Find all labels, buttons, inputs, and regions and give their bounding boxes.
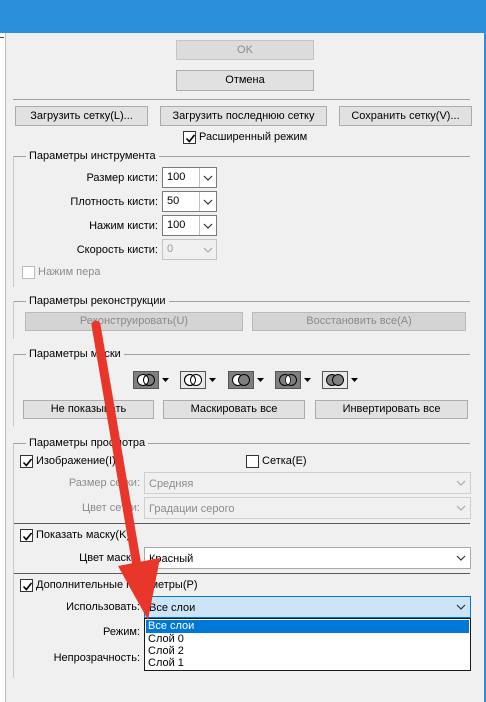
restore-all-button[interactable]: Восстановить все(A) bbox=[252, 312, 466, 331]
mesh-color-select[interactable]: Градации серого bbox=[144, 497, 471, 519]
divider bbox=[14, 573, 470, 574]
caret-down-icon[interactable] bbox=[257, 378, 264, 382]
mask-none-button[interactable]: Не показывать bbox=[23, 400, 154, 419]
chevron-down-icon[interactable] bbox=[199, 240, 216, 259]
mesh-size-select[interactable]: Средняя bbox=[144, 472, 471, 494]
mask-replace-icon[interactable] bbox=[133, 371, 159, 389]
divider bbox=[13, 99, 470, 100]
advanced-mode-checkbox[interactable] bbox=[183, 131, 196, 144]
brush-size-field[interactable]: 100 bbox=[162, 167, 217, 188]
caret-down-icon[interactable] bbox=[162, 378, 169, 382]
invert-all-button[interactable]: Инвертировать все bbox=[315, 400, 468, 419]
reconstruct-options-title: Параметры реконструкции bbox=[26, 295, 169, 307]
ok-button[interactable]: OK bbox=[176, 40, 314, 60]
show-mesh-checkbox[interactable] bbox=[246, 455, 259, 468]
reconstruct-button[interactable]: Реконструировать(U) bbox=[25, 312, 243, 331]
chevron-down-icon[interactable] bbox=[456, 473, 466, 493]
group-border-left bbox=[13, 156, 14, 287]
dropdown-item[interactable]: Все слои bbox=[146, 620, 469, 633]
mask-subtract-icon[interactable] bbox=[228, 371, 254, 389]
show-mask-label: Показать маску(K) bbox=[36, 529, 131, 541]
brush-rate-field[interactable]: 0 bbox=[162, 239, 217, 260]
opacity-label: Непрозрачность: bbox=[53, 652, 140, 664]
save-mesh-button[interactable]: Сохранить сетку(V)... bbox=[339, 106, 472, 126]
load-mesh-button[interactable]: Загрузить сетку(L)... bbox=[15, 106, 148, 126]
window-titlebar bbox=[0, 0, 486, 33]
group-border-left bbox=[13, 443, 14, 678]
show-image-label: Изображение(I) bbox=[36, 455, 116, 467]
chevron-down-icon[interactable] bbox=[199, 168, 216, 187]
brush-pressure-label: Нажим кисти: bbox=[89, 220, 158, 232]
mesh-size-label: Размер сетки: bbox=[68, 477, 140, 489]
chevron-down-icon[interactable] bbox=[199, 192, 216, 211]
show-backdrop-checkbox[interactable] bbox=[20, 579, 33, 592]
mask-intersect-icon[interactable] bbox=[275, 371, 301, 389]
load-last-mesh-button[interactable]: Загрузить последнюю сетку bbox=[160, 106, 327, 126]
mask-add-icon[interactable] bbox=[180, 371, 206, 389]
mask-all-button[interactable]: Маскировать все bbox=[163, 400, 305, 419]
caret-down-icon[interactable] bbox=[304, 378, 311, 382]
brush-density-label: Плотность кисти: bbox=[70, 196, 158, 208]
mask-invert-icon[interactable] bbox=[322, 371, 348, 389]
cancel-button[interactable]: Отмена bbox=[176, 70, 314, 91]
tool-options-title: Параметры инструмента bbox=[26, 150, 159, 162]
caret-down-icon[interactable] bbox=[351, 378, 358, 382]
use-label: Использовать: bbox=[66, 601, 140, 613]
mask-color-select[interactable]: Красный bbox=[144, 547, 471, 569]
chevron-down-icon[interactable] bbox=[456, 597, 466, 617]
brush-size-label: Размер кисти: bbox=[86, 172, 158, 184]
stylus-pressure-label: Нажим пера bbox=[38, 266, 101, 278]
left-window-edge bbox=[0, 33, 6, 702]
show-mesh-label: Сетка(E) bbox=[262, 455, 307, 467]
brush-pressure-field[interactable]: 100 bbox=[162, 215, 217, 236]
show-mask-checkbox[interactable] bbox=[20, 529, 33, 542]
chevron-down-icon[interactable] bbox=[199, 216, 216, 235]
use-dropdown-list: Все слои Слой 0 Слой 2 Слой 1 bbox=[144, 618, 471, 671]
group-border-left bbox=[13, 301, 14, 339]
mask-options-title: Параметры маски bbox=[26, 348, 124, 360]
view-options-title: Параметры просмотра bbox=[26, 437, 149, 449]
caret-down-icon[interactable] bbox=[209, 378, 216, 382]
dropdown-item[interactable]: Слой 1 bbox=[146, 657, 469, 670]
chevron-down-icon[interactable] bbox=[456, 498, 466, 518]
stylus-pressure-checkbox[interactable] bbox=[22, 266, 35, 279]
mesh-color-label: Цвет сетки: bbox=[81, 502, 140, 514]
chevron-down-icon[interactable] bbox=[456, 548, 466, 568]
divider bbox=[14, 523, 470, 524]
show-image-checkbox[interactable] bbox=[20, 455, 33, 468]
brush-rate-label: Скорость кисти: bbox=[76, 244, 158, 256]
brush-density-field[interactable]: 50 bbox=[162, 191, 217, 212]
group-border-left bbox=[13, 354, 14, 426]
use-select[interactable]: Все слои bbox=[144, 596, 471, 618]
show-backdrop-label: Дополнительные параметры(P) bbox=[36, 579, 198, 591]
mode-label: Режим: bbox=[103, 626, 140, 638]
mask-color-label: Цвет маски: bbox=[79, 552, 140, 564]
advanced-mode-label: Расширенный режим bbox=[199, 131, 308, 143]
